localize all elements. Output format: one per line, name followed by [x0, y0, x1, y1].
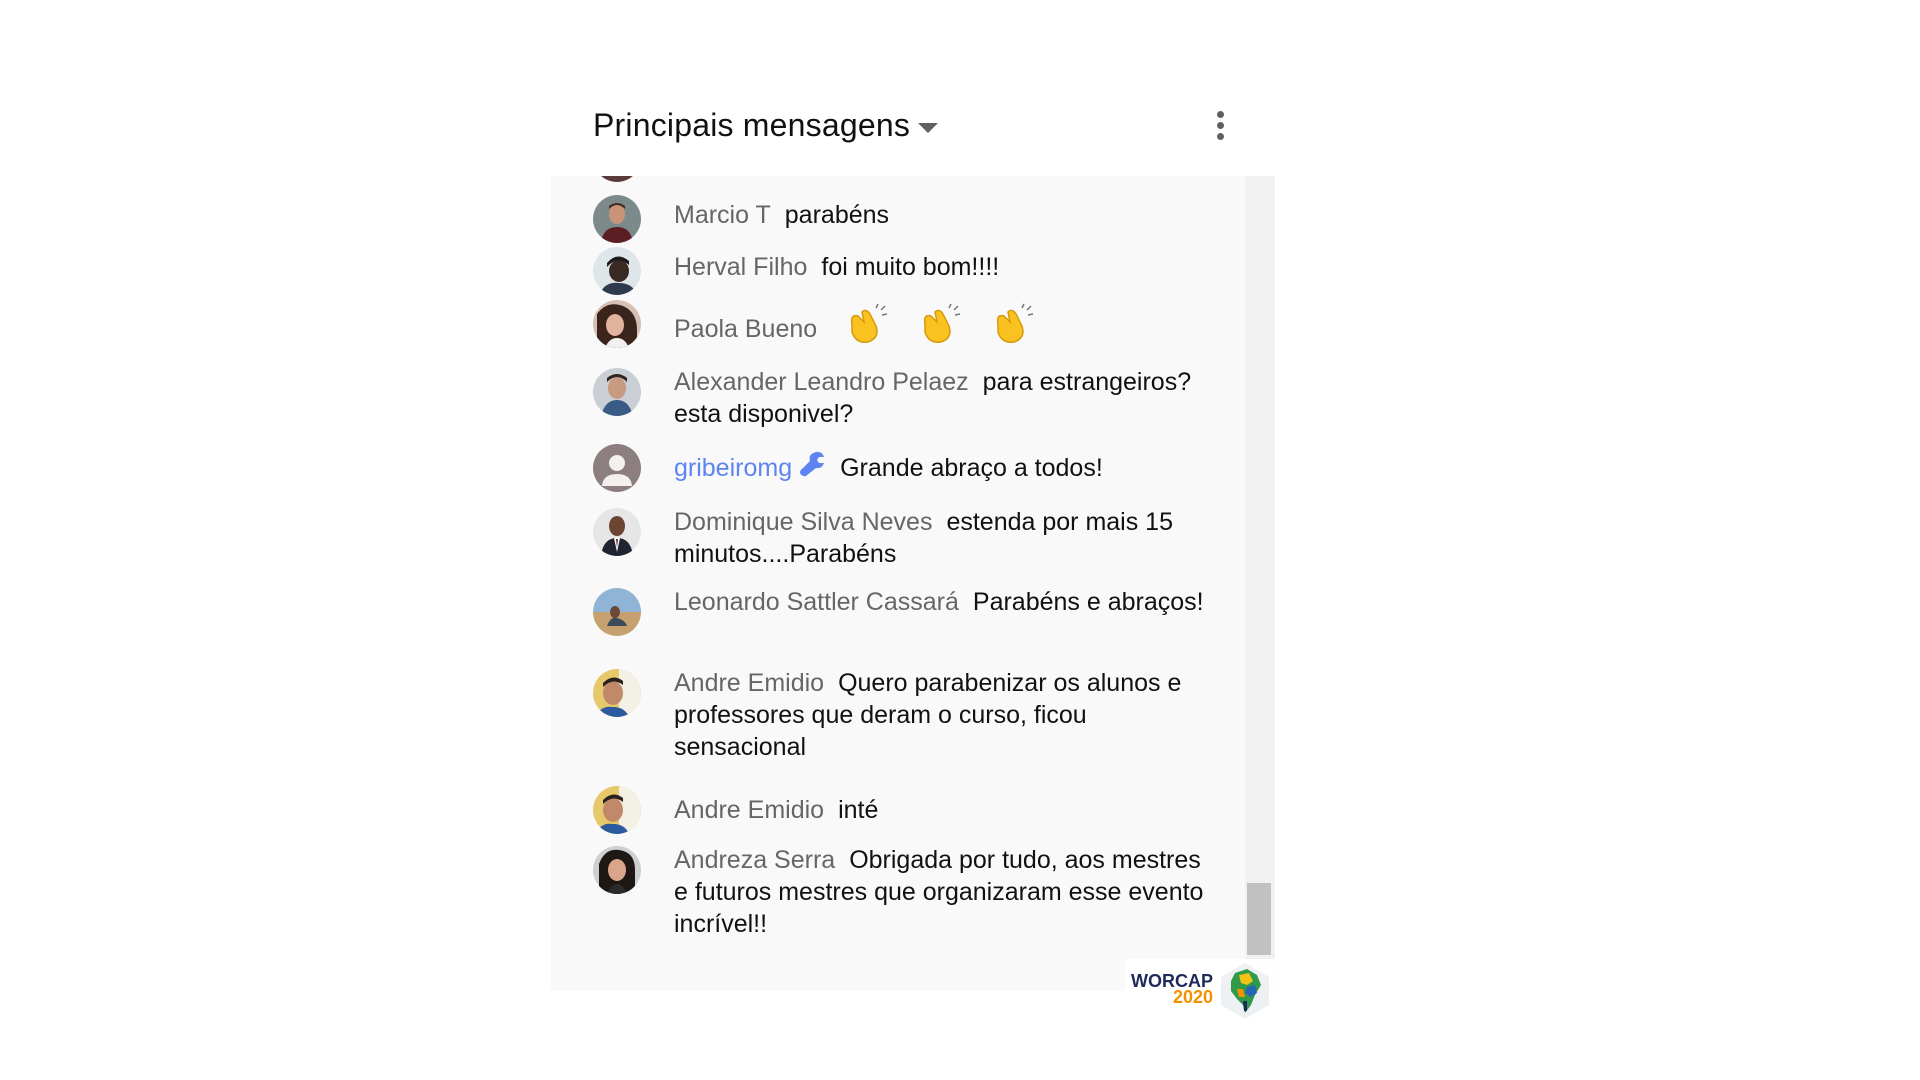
message-content: Paola Bueno	[674, 302, 1213, 358]
avatar[interactable]	[593, 247, 641, 295]
chat-message: Herval Filho foi muito bom!!!!	[593, 247, 1213, 295]
message-text: Grande abraço a todos!	[840, 454, 1103, 482]
message-content: Marcio T parabéns	[674, 199, 1213, 231]
author-name-owner[interactable]: gribeiromg	[674, 454, 792, 482]
brazil-map-logo-icon	[1221, 963, 1269, 1019]
more-vert-icon-dot	[1217, 133, 1224, 140]
chat-message: Andre Emidio Quero parabenizar os alunos …	[593, 667, 1213, 763]
author-name[interactable]: Andre Emidio	[674, 669, 824, 697]
author-name[interactable]: Marcio T	[674, 201, 771, 229]
worcap-logo-text: WORCAP 2020	[1131, 972, 1213, 1007]
avatar[interactable]	[593, 588, 641, 636]
chat-message: Alexander Leandro Pelaez para estrangeiro…	[593, 366, 1213, 430]
author-name[interactable]: Herval Filho	[674, 253, 807, 281]
chat-mode-dropdown[interactable]: Principais mensagens	[551, 75, 951, 175]
scrollbar-thumb[interactable]	[1247, 883, 1271, 955]
watermark-line2: 2020	[1172, 987, 1213, 1007]
chat-message: Andreza Serra Obrigada por tudo, aos mest…	[593, 844, 1213, 940]
chat-message: Marcio T parabéns	[593, 195, 1213, 243]
worcap-watermark: WORCAP 2020	[1125, 959, 1275, 1023]
author-name[interactable]: Dominique Silva Neves	[674, 508, 932, 536]
author-name[interactable]: Leonardo Sattler Cassará	[674, 588, 959, 616]
caret-down-icon	[918, 123, 938, 133]
author-name[interactable]: Andreza Serra	[674, 846, 835, 874]
message-text: parabéns	[784, 201, 890, 229]
more-vert-icon	[1217, 111, 1224, 118]
avatar[interactable]	[593, 508, 641, 556]
message-content: Dominique Silva Neves estenda por mais 15…	[674, 506, 1213, 570]
message-content: Andre Emidio inté	[674, 788, 1213, 832]
avatar[interactable]	[593, 368, 641, 416]
avatar	[593, 176, 641, 182]
message-text: inté	[838, 796, 879, 824]
clapping-hands-icon	[919, 302, 963, 358]
avatar[interactable]	[593, 669, 641, 717]
avatar[interactable]	[593, 846, 641, 894]
chat-message: gribeiromg Grande abraço a todos!	[593, 444, 1213, 492]
message-content: Leonardo Sattler Cassará Parabéns e abraç…	[674, 586, 1213, 618]
live-chat-panel: Principais mensagens Marcio T parabéns He…	[551, 75, 1275, 1023]
chat-message: Andre Emidio inté	[593, 786, 1213, 834]
chat-message: Paola Bueno	[593, 300, 1213, 348]
avatar[interactable]	[593, 786, 641, 834]
chat-message: Leonardo Sattler Cassará Parabéns e abraç…	[593, 586, 1213, 650]
message-content: Andre Emidio Quero parabenizar os alunos …	[674, 667, 1213, 763]
message-content: gribeiromg Grande abraço a todos!	[674, 446, 1213, 491]
chat-message-list[interactable]: Marcio T parabéns Herval Filho foi muito b…	[551, 176, 1275, 991]
avatar[interactable]	[593, 195, 641, 243]
message-text: Parabéns e abraços!	[972, 588, 1204, 616]
wrench-icon	[798, 447, 826, 491]
chat-mode-label: Principais mensagens	[593, 107, 911, 143]
author-name[interactable]: Andre Emidio	[674, 796, 824, 824]
more-vert-icon-dot	[1217, 122, 1224, 129]
clapping-hands-icon	[992, 302, 1036, 358]
author-name[interactable]: Alexander Leandro Pelaez	[674, 368, 969, 396]
chat-header: Principais mensagens	[551, 75, 1275, 175]
default-person-icon	[593, 444, 641, 492]
author-name[interactable]: Paola Bueno	[674, 315, 817, 343]
more-options-button[interactable]	[1205, 107, 1235, 147]
message-content: Andreza Serra Obrigada por tudo, aos mest…	[674, 844, 1213, 940]
chat-message: Dominique Silva Neves estenda por mais 15…	[593, 506, 1213, 570]
avatar[interactable]	[593, 300, 641, 348]
clapping-hands-icon	[846, 302, 890, 358]
message-content: Herval Filho foi muito bom!!!!	[674, 251, 1213, 283]
scrollbar-track[interactable]	[1245, 176, 1275, 991]
avatar[interactable]	[593, 444, 641, 492]
message-text: foi muito bom!!!!	[821, 253, 1000, 281]
message-content: Alexander Leandro Pelaez para estrangeiro…	[674, 366, 1213, 430]
